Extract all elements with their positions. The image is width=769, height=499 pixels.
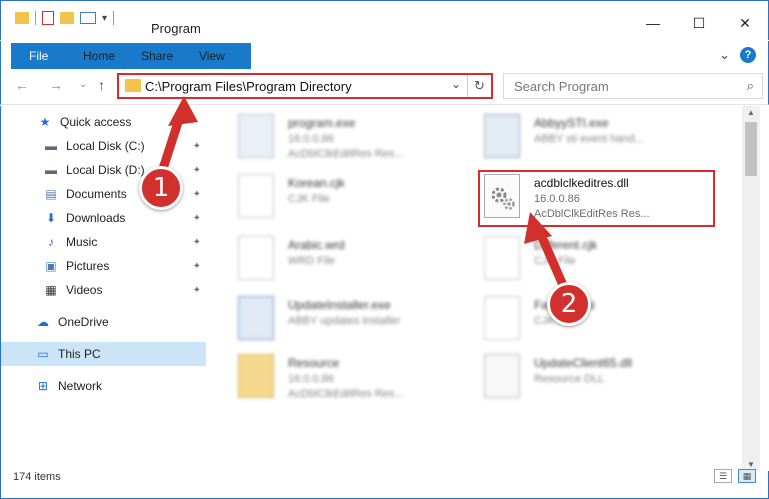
- callout-1: 1: [139, 166, 183, 210]
- arrow-1-head: [168, 96, 198, 126]
- callout-arrows: [155, 96, 571, 297]
- callout-2: 2: [547, 282, 591, 326]
